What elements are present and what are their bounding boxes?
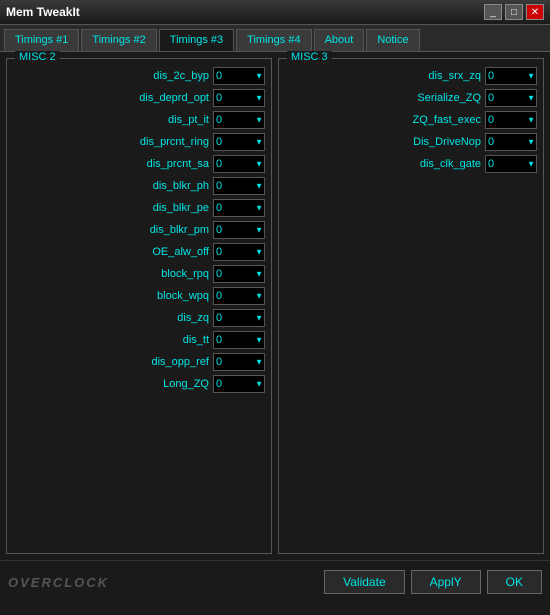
- misc2-field-row: dis_prcnt_ring 0123: [13, 133, 265, 151]
- misc3-field-row: ZQ_fast_exec 0123: [285, 111, 537, 129]
- misc2-field-label-dis_pt_it: dis_pt_it: [168, 114, 209, 126]
- window-title: Mem TweakIt: [6, 5, 80, 19]
- footer: OVERCLOCK Validate ApplY OK: [0, 560, 550, 602]
- misc2-field-label-dis_blkr_ph: dis_blkr_ph: [153, 180, 209, 192]
- footer-buttons: Validate ApplY OK: [324, 570, 542, 594]
- apply-button[interactable]: ApplY: [411, 570, 481, 594]
- misc3-field-row: Dis_DriveNop 0123: [285, 133, 537, 151]
- window-controls: _ □ ✕: [484, 4, 544, 20]
- tab-bar: Timings #1 Timings #2 Timings #3 Timings…: [0, 25, 550, 52]
- misc3-field-row: dis_clk_gate 0123: [285, 155, 537, 173]
- misc2-field-label-dis_blkr_pe: dis_blkr_pe: [153, 202, 209, 214]
- misc2-select-dis_prcnt_sa[interactable]: 0123: [213, 155, 265, 173]
- misc3-select-Dis_DriveNop[interactable]: 0123: [485, 133, 537, 151]
- misc2-select-block_rpq[interactable]: 0123: [213, 265, 265, 283]
- misc2-field-label-dis_2c_byp: dis_2c_byp: [153, 70, 209, 82]
- misc2-field-row: dis_opp_ref0123: [13, 353, 265, 371]
- misc2-select-dis_deprd_opt[interactable]: 0123: [213, 89, 265, 107]
- misc2-select-block_wpq[interactable]: 0123: [213, 287, 265, 305]
- tab-timings1[interactable]: Timings #1: [4, 29, 79, 51]
- maximize-button[interactable]: □: [505, 4, 523, 20]
- ok-button[interactable]: OK: [487, 570, 542, 594]
- misc2-select-dis_opp_ref[interactable]: 0123: [213, 353, 265, 371]
- misc2-select-OE_alw_off[interactable]: 0123: [213, 243, 265, 261]
- misc2-field-row: dis_zq 0123: [13, 309, 265, 327]
- misc2-field-row: dis_deprd_opt 0123: [13, 89, 265, 107]
- misc2-select-dis_pt_it[interactable]: 0123: [213, 111, 265, 129]
- misc2-field-label-Long_ZQ: Long_ZQ: [163, 378, 209, 390]
- misc2-fields: dis_2c_byp0123dis_deprd_opt0123dis_pt_it…: [13, 67, 265, 393]
- misc3-select-ZQ_fast_exec[interactable]: 0123: [485, 111, 537, 129]
- misc3-field-label-dis_clk_gate: dis_clk_gate: [420, 158, 481, 170]
- misc2-title: MISC 2: [15, 51, 60, 63]
- tab-timings4[interactable]: Timings #4: [236, 29, 311, 51]
- misc2-select-dis_2c_byp[interactable]: 0123: [213, 67, 265, 85]
- title-bar: Mem TweakIt _ □ ✕: [0, 0, 550, 25]
- misc3-field-label-dis_srx_zq: dis_srx_zq: [428, 70, 481, 82]
- misc2-field-label-dis_tt: dis_tt: [183, 334, 209, 346]
- misc2-field-label-dis_zq: dis_zq: [177, 312, 209, 324]
- misc2-select-dis_zq[interactable]: 0123: [213, 309, 265, 327]
- misc2-field-row: dis_prcnt_sa 0123: [13, 155, 265, 173]
- misc2-field-label-dis_blkr_pm: dis_blkr_pm: [150, 224, 209, 236]
- footer-logo: OVERCLOCK: [8, 574, 109, 590]
- misc2-field-row: dis_blkr_pm 0123: [13, 221, 265, 239]
- main-content: MISC 2 dis_2c_byp0123dis_deprd_opt0123di…: [0, 52, 550, 560]
- misc3-field-label-Serialize_ZQ: Serialize_ZQ: [417, 92, 481, 104]
- misc2-field-row: dis_blkr_pe 0123: [13, 199, 265, 217]
- misc2-group: MISC 2 dis_2c_byp0123dis_deprd_opt0123di…: [6, 58, 272, 554]
- misc2-field-row: dis_2c_byp 0123: [13, 67, 265, 85]
- misc3-fields: dis_srx_zq0123Serialize_ZQ0123ZQ_fast_ex…: [285, 67, 537, 173]
- close-button[interactable]: ✕: [526, 4, 544, 20]
- misc2-field-label-dis_deprd_opt: dis_deprd_opt: [139, 92, 209, 104]
- misc3-select-Serialize_ZQ[interactable]: 0123: [485, 89, 537, 107]
- misc2-field-label-block_wpq: block_wpq: [157, 290, 209, 302]
- misc3-field-row: dis_srx_zq 0123: [285, 67, 537, 85]
- misc2-field-label-OE_alw_off: OE_alw_off: [152, 246, 209, 258]
- misc3-group: MISC 3 dis_srx_zq0123Serialize_ZQ0123ZQ_…: [278, 58, 544, 554]
- misc2-select-dis_blkr_pe[interactable]: 0123: [213, 199, 265, 217]
- misc3-field-row: Serialize_ZQ 0123: [285, 89, 537, 107]
- misc2-field-row: Long_ZQ 0123: [13, 375, 265, 393]
- tab-timings3[interactable]: Timings #3: [159, 29, 234, 51]
- validate-button[interactable]: Validate: [324, 570, 404, 594]
- misc2-field-row: OE_alw_off 0123: [13, 243, 265, 261]
- misc2-select-dis_blkr_pm[interactable]: 0123: [213, 221, 265, 239]
- misc3-field-label-ZQ_fast_exec: ZQ_fast_exec: [413, 114, 481, 126]
- misc3-select-dis_srx_zq[interactable]: 0123: [485, 67, 537, 85]
- misc2-field-label-block_rpq: block_rpq: [161, 268, 209, 280]
- misc3-field-label-Dis_DriveNop: Dis_DriveNop: [413, 136, 481, 148]
- misc2-field-row: dis_blkr_ph 0123: [13, 177, 265, 195]
- misc2-field-row: dis_tt 0123: [13, 331, 265, 349]
- misc2-select-dis_blkr_ph[interactable]: 0123: [213, 177, 265, 195]
- misc2-select-dis_tt[interactable]: 0123: [213, 331, 265, 349]
- tab-about[interactable]: About: [314, 29, 365, 51]
- misc2-select-Long_ZQ[interactable]: 0123: [213, 375, 265, 393]
- misc3-select-dis_clk_gate[interactable]: 0123: [485, 155, 537, 173]
- minimize-button[interactable]: _: [484, 4, 502, 20]
- misc2-field-label-dis_prcnt_ring: dis_prcnt_ring: [140, 136, 209, 148]
- misc2-select-dis_prcnt_ring[interactable]: 0123: [213, 133, 265, 151]
- misc2-field-row: block_wpq 0123: [13, 287, 265, 305]
- misc2-field-label-dis_opp_ref: dis_opp_ref: [152, 356, 210, 368]
- misc2-field-row: block_rpq 0123: [13, 265, 265, 283]
- tab-timings2[interactable]: Timings #2: [81, 29, 156, 51]
- misc2-field-label-dis_prcnt_sa: dis_prcnt_sa: [147, 158, 209, 170]
- misc2-field-row: dis_pt_it 0123: [13, 111, 265, 129]
- tab-notice[interactable]: Notice: [366, 29, 419, 51]
- misc3-title: MISC 3: [287, 51, 332, 63]
